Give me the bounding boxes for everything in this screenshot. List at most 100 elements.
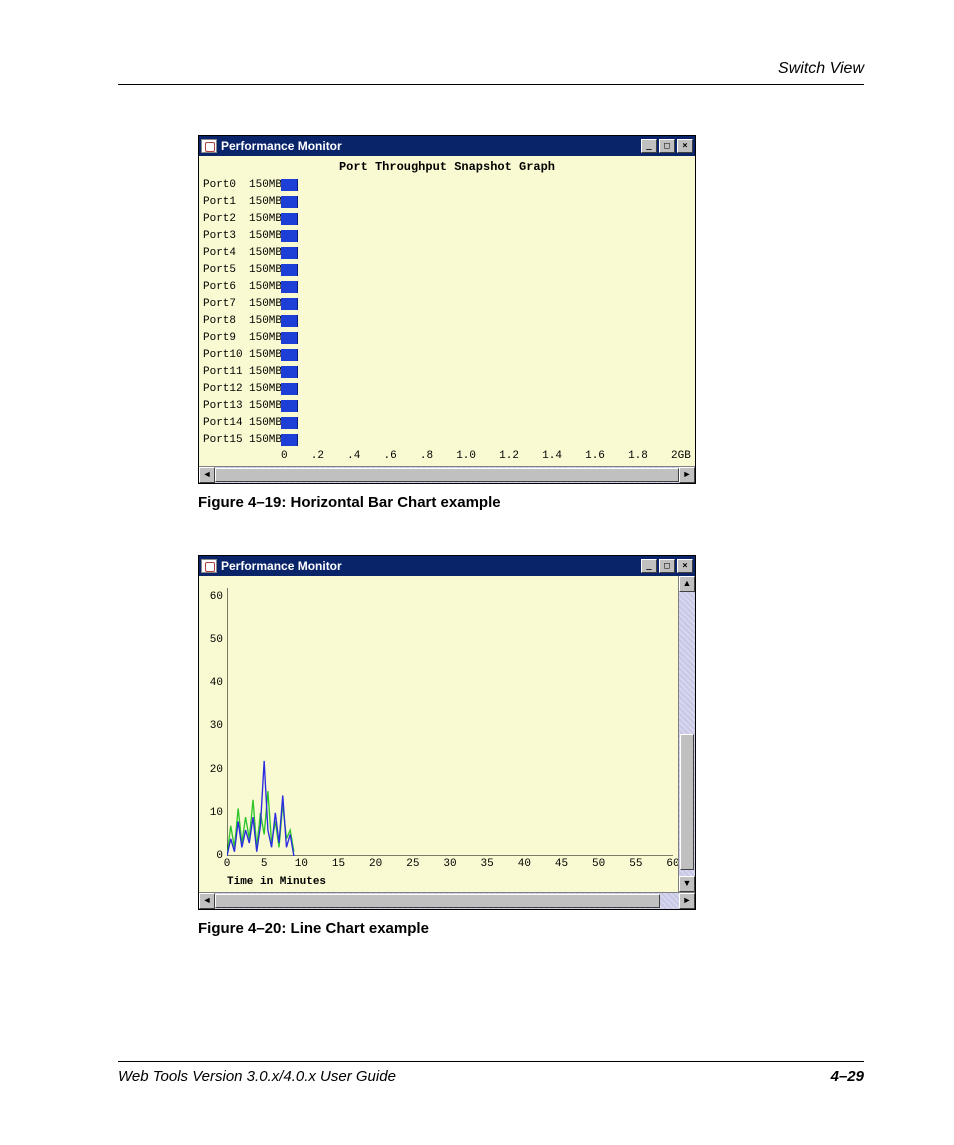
bar-track [281, 314, 695, 328]
port-label: Port5 [199, 264, 249, 276]
bar-fill [281, 298, 298, 310]
port-value: 150MB [249, 213, 281, 225]
x-tick: 1.6 [585, 450, 605, 462]
bar-track [281, 433, 695, 447]
port-label: Port1 [199, 196, 249, 208]
bar-fill [281, 417, 298, 429]
y-tick: 20 [210, 764, 223, 776]
close-button[interactable]: × [677, 559, 693, 573]
y-tick: 40 [210, 677, 223, 689]
x-axis: 0.2.4.6.81.01.21.41.61.82GB [199, 448, 695, 466]
bar-track [281, 331, 695, 345]
chart-title: Port Throughput Snapshot Graph [199, 156, 695, 176]
footer-rule [118, 1061, 864, 1062]
port-value: 150MB [249, 247, 281, 259]
bar-row: Port6150MB [199, 278, 695, 295]
horizontal-scrollbar[interactable]: ◄ ► [199, 466, 695, 483]
port-value: 150MB [249, 315, 281, 327]
port-value: 150MB [249, 366, 281, 378]
bar-track [281, 229, 695, 243]
x-tick: 1.4 [542, 450, 562, 462]
port-value: 150MB [249, 264, 281, 276]
x-tick: .8 [420, 450, 433, 462]
maximize-button[interactable]: □ [659, 559, 675, 573]
bar-track [281, 212, 695, 226]
bar-track [281, 178, 695, 192]
y-tick: 60 [210, 591, 223, 603]
window-title: Performance Monitor [221, 559, 639, 573]
java-cup-icon [201, 139, 217, 153]
x-tick: 35 [481, 858, 494, 870]
minimize-button[interactable]: _ [641, 559, 657, 573]
scroll-left-arrow-icon[interactable]: ◄ [199, 893, 215, 909]
scroll-right-arrow-icon[interactable]: ► [679, 467, 695, 483]
doc-title: Web Tools Version 3.0.x/4.0.x User Guide [118, 1068, 396, 1085]
port-value: 150MB [249, 383, 281, 395]
scrollbar-track[interactable] [679, 592, 695, 876]
close-button[interactable]: × [677, 139, 693, 153]
port-value: 150MB [249, 332, 281, 344]
scroll-left-arrow-icon[interactable]: ◄ [199, 467, 215, 483]
figure-caption: Figure 4–20: Line Chart example [198, 920, 864, 937]
scrollbar-track[interactable] [215, 893, 679, 909]
bar-track [281, 399, 695, 413]
performance-monitor-window: Performance Monitor _ □ × Port Throughpu… [198, 135, 696, 484]
port-label: Port9 [199, 332, 249, 344]
x-tick: 10 [295, 858, 308, 870]
bar-row: Port14150MB [199, 414, 695, 431]
bar-row: Port15150MB [199, 431, 695, 448]
port-label: Port3 [199, 230, 249, 242]
bar-row: Port3150MB [199, 227, 695, 244]
maximize-button[interactable]: □ [659, 139, 675, 153]
port-label: Port13 [199, 400, 249, 412]
titlebar[interactable]: Performance Monitor _ □ × [199, 136, 695, 156]
port-value: 150MB [249, 434, 281, 446]
bar-track [281, 280, 695, 294]
port-label: Port7 [199, 298, 249, 310]
scroll-down-arrow-icon[interactable]: ▼ [679, 876, 695, 892]
scrollbar-thumb[interactable] [215, 894, 660, 908]
bar-fill [281, 213, 298, 225]
port-label: Port0 [199, 179, 249, 191]
figure-bar-chart: Performance Monitor _ □ × Port Throughpu… [198, 135, 864, 511]
bar-row: Port0150MB [199, 176, 695, 193]
x-tick: 20 [369, 858, 382, 870]
bar-row: Port8150MB [199, 312, 695, 329]
bar-track [281, 382, 695, 396]
scrollbar-thumb[interactable] [215, 468, 679, 482]
titlebar[interactable]: Performance Monitor _ □ × [199, 556, 695, 576]
port-label: Port15 [199, 434, 249, 446]
x-tick: 50 [592, 858, 605, 870]
x-axis-ticks: 051015202530354045505560 [227, 858, 673, 872]
x-tick: 1.0 [456, 450, 476, 462]
header-rule [118, 84, 864, 85]
plot-area [227, 588, 673, 856]
port-value: 150MB [249, 400, 281, 412]
x-tick: 0 [281, 450, 288, 462]
scrollbar-track[interactable] [215, 467, 679, 483]
scroll-up-arrow-icon[interactable]: ▲ [679, 576, 695, 592]
bar-fill [281, 383, 298, 395]
horizontal-scrollbar[interactable]: ◄ ► [199, 892, 695, 909]
x-tick: 0 [224, 858, 231, 870]
x-tick: .6 [383, 450, 396, 462]
port-label: Port14 [199, 417, 249, 429]
bar-fill [281, 366, 298, 378]
line-chart-canvas: 0102030405060 051015202530354045505560 T… [199, 576, 695, 892]
scrollbar-thumb[interactable] [680, 734, 694, 870]
minimize-button[interactable]: _ [641, 139, 657, 153]
bar-fill [281, 434, 298, 446]
section-title: Switch View [118, 60, 864, 78]
vertical-scrollbar[interactable]: ▲ ▼ [678, 576, 695, 892]
bar-row: Port12150MB [199, 380, 695, 397]
bar-fill [281, 349, 298, 361]
x-tick: 2GB [671, 450, 691, 462]
x-tick: 1.2 [499, 450, 519, 462]
bar-fill [281, 179, 298, 191]
port-value: 150MB [249, 417, 281, 429]
scroll-right-arrow-icon[interactable]: ► [679, 893, 695, 909]
bar-track [281, 246, 695, 260]
port-label: Port12 [199, 383, 249, 395]
x-tick: 30 [443, 858, 456, 870]
bar-track [281, 416, 695, 430]
